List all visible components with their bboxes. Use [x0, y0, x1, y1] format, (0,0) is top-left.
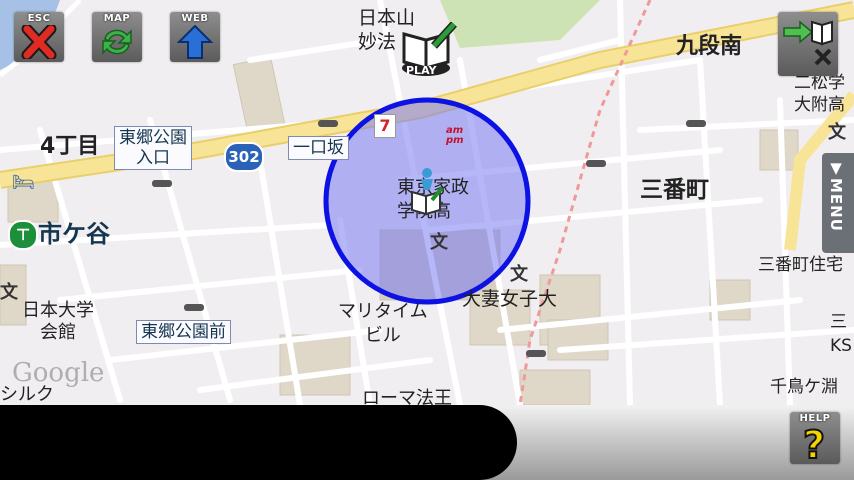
seven-eleven-icon: 7: [374, 114, 396, 138]
book-marker-icon[interactable]: [410, 186, 444, 220]
school-icon-center: 文: [430, 232, 448, 253]
label-nishoufu: 二松学 大附高: [794, 73, 845, 115]
school-icon-otsuma: 文: [510, 264, 528, 285]
menu-tab-label: ▼MENU: [827, 159, 845, 232]
hotel-icon: 🛏: [12, 172, 35, 193]
web-label: WEB: [181, 13, 209, 24]
book-add-button[interactable]: [778, 12, 838, 76]
label-chidorigafuchi: 千鳥ケ淵: [770, 377, 838, 397]
school-icon-left: 文: [0, 282, 18, 303]
map-button[interactable]: MAP: [92, 12, 142, 62]
play-label: PLAY: [406, 64, 437, 77]
refresh-icon: [102, 29, 132, 55]
label-hongo-park-entrance: 東郷公園 入口: [114, 126, 192, 170]
bottom-progress-pill[interactable]: [0, 405, 517, 480]
map-label: MAP: [103, 13, 131, 24]
school-icon-right: 文: [828, 122, 846, 143]
label-hongo-park-front: 東郷公園前: [136, 320, 231, 344]
question-mark-icon: ?: [802, 424, 826, 462]
svg-text:?: ?: [803, 424, 825, 462]
label-otsuma: 大妻女子大: [462, 288, 558, 310]
label-kudanminami: 九段南: [676, 34, 743, 59]
ampm-icon: am pm: [446, 125, 464, 146]
label-ichiguchizaka: 一口坂: [288, 136, 349, 160]
label-nihon-univ: 日本大学 会館: [22, 300, 94, 343]
label-4chome: 4丁目: [40, 134, 100, 159]
google-watermark: Google: [12, 358, 105, 388]
label-mariteimu: マリタイム ビル: [338, 301, 428, 346]
help-label: HELP: [799, 413, 831, 424]
station-ichigaya: ⊤ 市ケ谷: [8, 214, 110, 250]
park-area: [440, 0, 600, 48]
road-shield-302: 302: [224, 142, 264, 172]
esc-button[interactable]: ESC: [14, 12, 64, 62]
label-sanbancho-residence: 三番町住宅: [758, 255, 843, 275]
book-add-icon: [783, 20, 833, 66]
label-ks: 三 KS: [830, 312, 852, 356]
label-sanbancho: 三番町: [640, 177, 709, 203]
play-button[interactable]: PLAY: [398, 21, 458, 80]
menu-tab[interactable]: ▼MENU: [822, 153, 854, 253]
close-icon: [21, 25, 57, 59]
esc-label: ESC: [27, 13, 51, 24]
web-button[interactable]: WEB: [170, 12, 220, 62]
up-arrow-icon: [177, 25, 213, 59]
help-button[interactable]: HELP ?: [790, 412, 840, 464]
